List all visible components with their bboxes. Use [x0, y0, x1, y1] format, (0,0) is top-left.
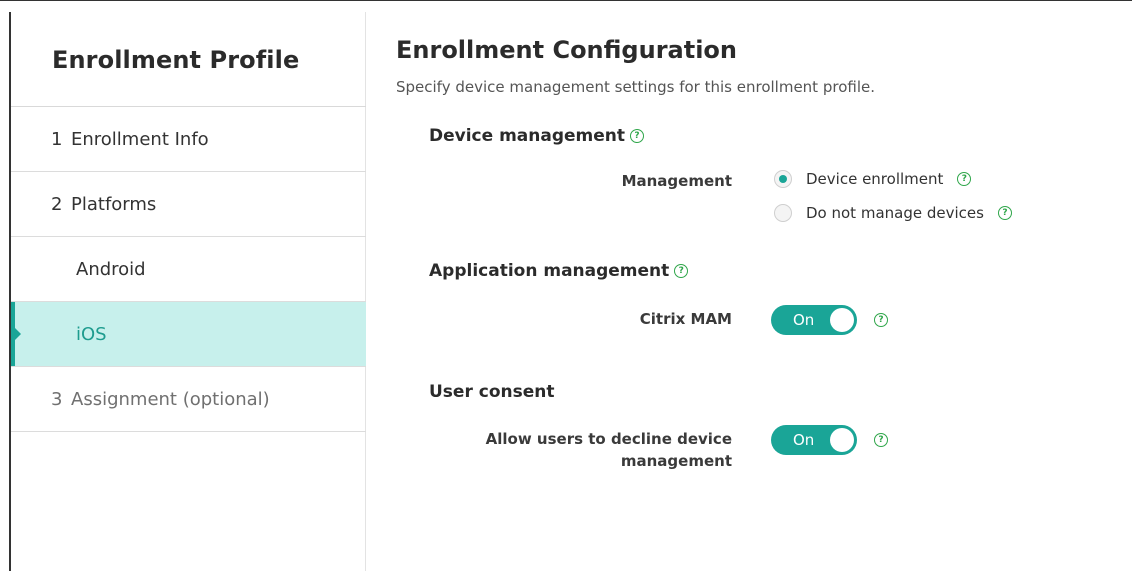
allow-decline-toggle[interactable]: On	[771, 425, 857, 455]
label-line: management	[620, 452, 732, 470]
active-indicator	[11, 302, 21, 366]
toggle-label: On	[793, 431, 815, 449]
toggle-label: On	[793, 311, 815, 329]
allow-decline-toggle-row: On ?	[771, 425, 888, 455]
page-title: Enrollment Configuration	[396, 36, 738, 64]
label-line: Allow users to decline device	[485, 430, 732, 448]
radio-label: Device enrollment	[806, 170, 944, 188]
sidebar-item-label: Platforms	[71, 193, 157, 215]
sidebar-item-number: 2	[51, 193, 63, 215]
toggle-knob	[830, 428, 854, 452]
radio-label: Do not manage devices	[806, 204, 984, 222]
sidebar-item-enrollment-info[interactable]: 1 Enrollment Info	[11, 107, 366, 172]
toggle-knob	[830, 308, 854, 332]
help-icon[interactable]: ?	[630, 129, 645, 143]
citrix-mam-toggle-row: On ?	[771, 305, 888, 335]
citrix-mam-label: Citrix MAM	[639, 310, 732, 328]
sidebar-item-ios[interactable]: iOS	[11, 302, 366, 367]
help-icon[interactable]: ?	[997, 206, 1012, 220]
management-label: Management	[621, 172, 732, 190]
sidebar-item-label: Assignment (optional)	[71, 388, 270, 410]
sidebar-item-platforms[interactable]: 2 Platforms	[11, 172, 366, 237]
sidebar-item-number: 1	[51, 128, 63, 150]
radio-do-not-manage[interactable]: Do not manage devices ?	[774, 204, 1012, 222]
citrix-mam-toggle[interactable]: On	[771, 305, 857, 335]
section-application-management: Application management ?	[429, 261, 689, 281]
sidebar-item-label: iOS	[76, 323, 107, 345]
sidebar-title: Enrollment Profile	[52, 46, 300, 74]
section-device-management: Device management ?	[429, 126, 645, 146]
help-icon[interactable]: ?	[874, 433, 888, 447]
sidebar-item-android[interactable]: Android	[11, 237, 366, 302]
radio-button-checked[interactable]	[774, 170, 792, 188]
section-title: Application management	[429, 261, 670, 281]
sidebar-item-assignment[interactable]: 3 Assignment (optional)	[11, 367, 366, 432]
section-title: User consent	[429, 382, 555, 402]
allow-decline-label: Allow users to decline device management	[432, 428, 732, 472]
sidebar-nav: 1 Enrollment Info 2 Platforms Android iO…	[11, 106, 366, 432]
help-icon[interactable]: ?	[674, 264, 689, 278]
help-icon[interactable]: ?	[874, 313, 888, 327]
section-title: Device management	[429, 126, 626, 146]
sidebar-item-number: 3	[51, 388, 63, 410]
help-icon[interactable]: ?	[957, 172, 972, 186]
radio-device-enrollment[interactable]: Device enrollment ?	[774, 170, 972, 188]
radio-button[interactable]	[774, 204, 792, 222]
section-user-consent: User consent	[429, 382, 555, 402]
sidebar: Enrollment Profile 1 Enrollment Info 2 P…	[11, 12, 366, 571]
page-subtitle: Specify device management settings for t…	[396, 78, 875, 96]
sidebar-item-label: Enrollment Info	[71, 128, 209, 150]
sidebar-item-label: Android	[76, 258, 146, 280]
